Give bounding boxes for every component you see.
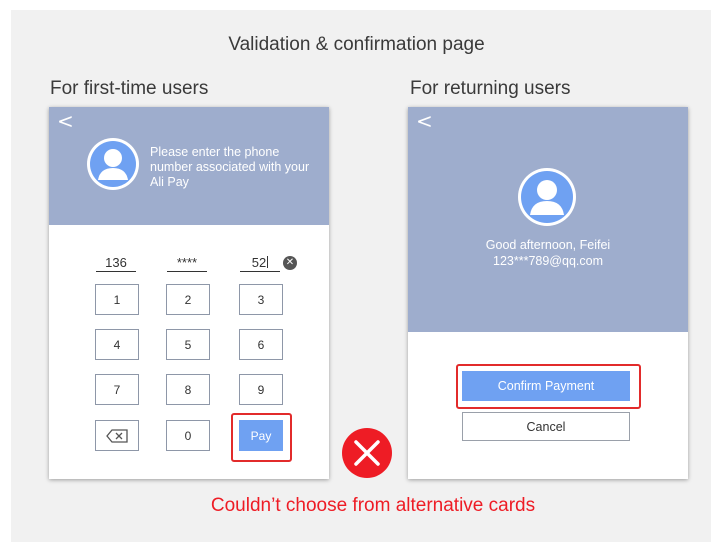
returning-panel: < Good afternoon, Feifei 123***789@qq.co… [408, 107, 688, 479]
back-arrow-icon[interactable]: < [416, 111, 433, 131]
phone-prompt: Please enter the phone number associated… [150, 145, 310, 189]
key-5[interactable]: 5 [166, 329, 210, 360]
panel-header: < Good afternoon, Feifei 123***789@qq.co… [408, 107, 688, 332]
returning-label: For returning users [410, 78, 571, 99]
key-0[interactable]: 0 [166, 420, 210, 451]
key-6[interactable]: 6 [239, 329, 283, 360]
avatar-icon [87, 138, 139, 190]
avatar-icon [518, 168, 576, 226]
key-3[interactable]: 3 [239, 284, 283, 315]
panel-header: < Please enter the phone number associat… [49, 107, 329, 225]
account-email: 123***789@qq.com [493, 254, 603, 268]
backspace-icon [106, 428, 128, 443]
phone-middle: **** [167, 255, 207, 272]
key-4[interactable]: 4 [95, 329, 139, 360]
confirm-highlight [456, 364, 641, 409]
error-x-icon [342, 428, 392, 478]
phone-suffix-input[interactable]: 52 [240, 255, 280, 272]
clear-icon[interactable]: ✕ [283, 256, 297, 270]
backspace-key[interactable] [95, 420, 139, 451]
error-caption: Couldn’t choose from alternative cards [210, 495, 536, 516]
phone-prefix: 136 [96, 255, 136, 272]
key-9[interactable]: 9 [239, 374, 283, 405]
back-arrow-icon[interactable]: < [57, 111, 74, 131]
greeting-text: Good afternoon, Feifei [485, 238, 611, 252]
key-8[interactable]: 8 [166, 374, 210, 405]
page-title: Validation & confirmation page [228, 34, 485, 55]
phone-suffix: 52 [251, 255, 267, 270]
pay-highlight [231, 413, 292, 462]
key-2[interactable]: 2 [166, 284, 210, 315]
key-7[interactable]: 7 [95, 374, 139, 405]
first-time-panel: < Please enter the phone number associat… [49, 107, 329, 479]
cancel-button[interactable]: Cancel [462, 412, 630, 441]
key-1[interactable]: 1 [95, 284, 139, 315]
text-caret [267, 256, 269, 268]
first-time-label: For first-time users [50, 78, 209, 99]
